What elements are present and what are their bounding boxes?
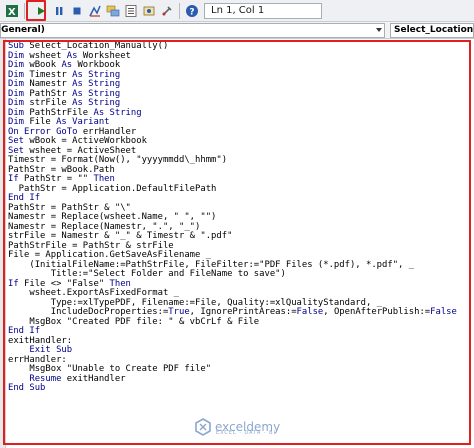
svg-text:?: ? <box>189 7 194 17</box>
procedure-selector-row: (General) Select_Location_Manually <box>0 22 474 39</box>
exceldemy-logo-icon <box>195 418 211 436</box>
project-explorer-icon[interactable] <box>105 3 121 19</box>
object-dropdown-value: (General) <box>0 25 45 35</box>
code-highlight-border <box>3 40 471 445</box>
toolbox-icon[interactable] <box>159 3 175 19</box>
design-mode-icon[interactable] <box>87 3 103 19</box>
vbe-toolbar: X ? Ln 1, Col 1 <box>0 0 474 22</box>
svg-text:X: X <box>8 7 16 18</box>
object-dropdown[interactable]: (General) <box>0 23 385 38</box>
toolbar-separator <box>179 2 180 19</box>
break-icon[interactable] <box>51 3 67 19</box>
properties-icon[interactable] <box>123 3 139 19</box>
object-browser-icon[interactable] <box>141 3 157 19</box>
reset-icon[interactable] <box>69 3 85 19</box>
cursor-position: Ln 1, Col 1 <box>204 2 322 19</box>
excel-icon[interactable]: X <box>4 3 20 19</box>
toolbar-separator <box>24 2 25 19</box>
procedure-dropdown-value: Select_Location_Manually <box>394 25 474 35</box>
exceldemy-watermark: exceldemy EXCEL · DATA · BI <box>194 414 314 440</box>
watermark-tagline: EXCEL · DATA · BI <box>216 430 276 436</box>
procedure-dropdown[interactable]: Select_Location_Manually <box>390 23 474 38</box>
chevron-down-icon <box>376 28 382 32</box>
run-button-highlight <box>26 0 46 21</box>
help-icon[interactable]: ? <box>184 3 200 19</box>
code-editor[interactable]: Sub Select_Location_Manually() Dim wsheet… <box>0 39 474 448</box>
